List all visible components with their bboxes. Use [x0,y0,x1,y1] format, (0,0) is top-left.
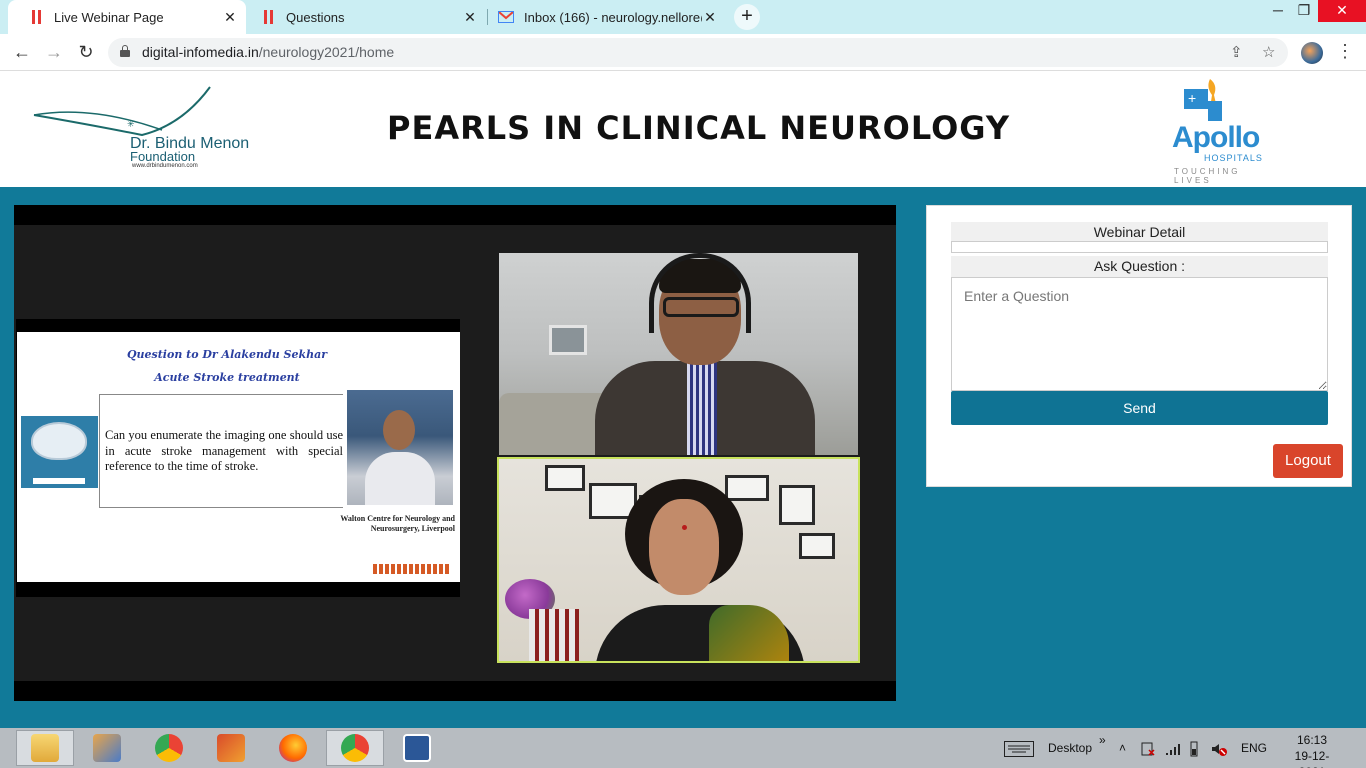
close-window-icon[interactable]: ✕ [1318,0,1366,22]
reload-icon[interactable]: ↻ [74,40,98,64]
file-explorer-icon[interactable] [16,730,74,766]
browser-toolbar: ← → ↻ digital-infomedia.in/neurology2021… [0,34,1366,71]
apollo-brand: Apollo [1172,121,1260,154]
apollo-hospitals: HOSPITALS [1204,153,1263,163]
language-indicator[interactable]: ENG [1241,728,1267,768]
power-icon[interactable] [1187,728,1201,768]
svg-text:✳: ✳ [127,119,135,129]
address-bar[interactable]: digital-infomedia.in/neurology2021/home … [108,38,1288,67]
url-path: /neurology2021/home [258,44,395,60]
speaker-photo [347,390,453,505]
host-camera-tile [497,457,860,663]
ccleaner-icon[interactable] [202,730,260,766]
clock-date: 19-12-2021 [1294,749,1330,768]
logo-website: www.drbindumenon.com [132,163,198,169]
action-center-icon[interactable] [1140,728,1156,768]
tab-questions[interactable]: Questions ✕ [250,0,486,34]
system-clock[interactable]: 16:13 19-12-2021 [1282,732,1342,768]
svg-text:+: + [1188,90,1196,106]
new-tab-button[interactable]: + [734,4,760,30]
network-icon[interactable] [1164,728,1180,768]
close-tab-icon[interactable]: ✕ [222,9,238,25]
tab-live-webinar[interactable]: Live Webinar Page ✕ [8,0,246,34]
speaker-affiliation: Walton Centre for Neurology and Neurosur… [340,514,455,533]
menu-icon[interactable]: ⋮ [1336,41,1354,62]
browser-tabstrip: Live Webinar Page ✕ Questions ✕ Inbox (1… [0,0,1366,34]
windows-taskbar: Desktop » ˄ ENG 16:13 19-12-2021 [0,728,1366,768]
share-icon[interactable]: ⇪ [1230,43,1243,61]
bindu-menon-foundation-logo: ✳ Dr. Bindu Menon Foundation www.drbindu… [32,85,254,175]
main-content: Question to Dr Alakendu Sekhar Acute Str… [0,187,1366,728]
tab-title: Questions [286,9,345,25]
gmail-icon [498,9,514,25]
clock-time: 16:13 [1296,733,1328,747]
video-letterbox-bottom [14,681,896,701]
page-header: ✳ Dr. Bindu Menon Foundation www.drbindu… [0,71,1366,187]
bookmark-star-icon[interactable]: ☆ [1262,43,1275,61]
webinar-detail-box [951,241,1328,253]
webinar-favicon-icon [28,9,44,25]
question-panel: Webinar Detail Ask Question : Send Logou… [926,205,1352,487]
firefox-icon[interactable] [264,730,322,766]
brain-icon [31,422,87,460]
logout-button[interactable]: Logout [1273,444,1343,478]
close-tab-icon[interactable]: ✕ [702,9,718,25]
keyboard-icon[interactable] [1004,728,1034,768]
word-icon[interactable] [388,730,446,766]
webinar-favicon-icon [260,9,276,25]
slide-decoration [373,564,449,574]
forward-icon[interactable]: → [42,40,66,64]
desktop-toolbar[interactable]: Desktop [1048,728,1092,768]
profile-avatar[interactable] [1301,42,1323,64]
volume-muted-icon[interactable] [1210,728,1228,768]
send-button[interactable]: Send [951,391,1328,425]
tab-title: Live Webinar Page [54,9,164,25]
video-letterbox-top [14,205,896,225]
slide-heading: Question to Dr Alakendu Sekhar [126,348,328,361]
back-icon[interactable]: ← [10,40,34,64]
speaker-camera-tile [499,253,858,455]
apollo-hospitals-logo: + Apollo HOSPITALS TOUCHING LIVES [1170,75,1280,185]
show-hidden-icons[interactable]: ˄ [1119,728,1126,768]
tab-inbox[interactable]: Inbox (166) - neurology.nellore@ ✕ [488,0,726,34]
chrome-active-icon[interactable] [326,730,384,766]
toolbar-chevron-icon[interactable]: » [1099,720,1106,760]
url-host: digital-infomedia.in [142,44,259,60]
conference-logo-ribbon [33,478,85,484]
webinar-video-player[interactable]: Question to Dr Alakendu Sekhar Acute Str… [14,205,896,701]
logo-foundation: Foundation [130,149,196,164]
maximize-icon[interactable]: ❐ [1286,0,1322,22]
chrome-icon[interactable] [140,730,198,766]
page-title: PEARLS IN CLINICAL NEUROLOGY [387,109,1011,147]
control-panel-icon[interactable] [78,730,136,766]
apollo-torch-icon: + [1184,79,1222,121]
conference-logo [21,416,98,488]
lock-icon[interactable] [120,45,130,57]
shared-screen: Question to Dr Alakendu Sekhar Acute Str… [16,319,460,597]
headset-icon [649,253,751,333]
question-input[interactable] [951,277,1328,391]
slide-question-text: Can you enumerate the imaging one should… [105,428,343,473]
apollo-tagline: TOUCHING LIVES [1174,167,1241,185]
slide-subheading: Acute Stroke treatment [154,371,300,384]
url-text[interactable]: digital-infomedia.in/neurology2021/home [142,44,394,60]
ask-question-label: Ask Question : [951,256,1328,277]
presentation-slide: Question to Dr Alakendu Sekhar Acute Str… [17,332,460,582]
webinar-detail-header: Webinar Detail [951,222,1328,243]
close-tab-icon[interactable]: ✕ [462,9,478,25]
tab-title: Inbox (166) - neurology.nellore@ [524,9,702,25]
